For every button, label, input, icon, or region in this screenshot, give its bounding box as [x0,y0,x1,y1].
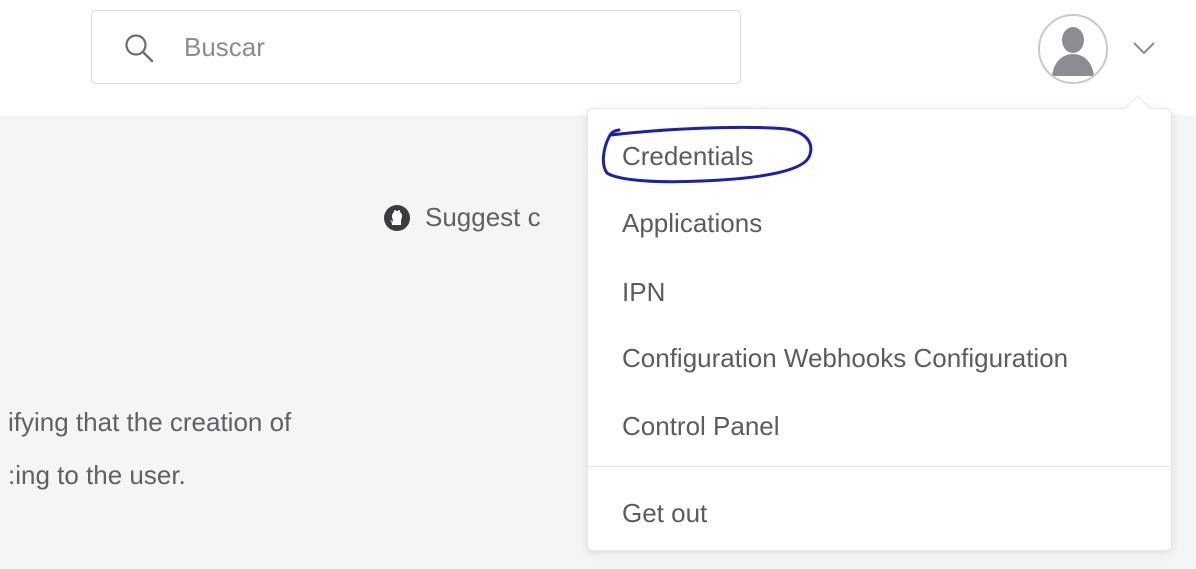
user-avatar-icon[interactable] [1038,14,1108,84]
menu-item-webhooks-configuration[interactable]: Configuration Webhooks Configuration [622,343,1068,374]
menu-item-applications[interactable]: Applications [622,208,762,239]
menu-item-control-panel[interactable]: Control Panel [622,411,780,442]
menu-divider [588,466,1171,467]
suggest-edit-link[interactable]: Suggest c [383,202,541,233]
top-bar [0,0,1196,115]
body-text-line: ifying that the creation of [8,407,292,437]
search-icon [125,34,154,63]
menu-item-get-out[interactable]: Get out [622,498,707,529]
body-text-line: :ing to the user. [8,460,186,490]
search-input[interactable] [184,28,714,66]
suggest-edit-label[interactable]: Suggest c [425,202,541,233]
search-box[interactable] [91,10,741,84]
user-dropdown-menu: Credentials Applications IPN Configurati… [587,95,1172,551]
chevron-down-icon[interactable] [1131,40,1157,56]
github-icon [384,204,410,231]
menu-item-ipn[interactable]: IPN [622,277,665,308]
menu-item-credentials[interactable]: Credentials [622,141,754,172]
